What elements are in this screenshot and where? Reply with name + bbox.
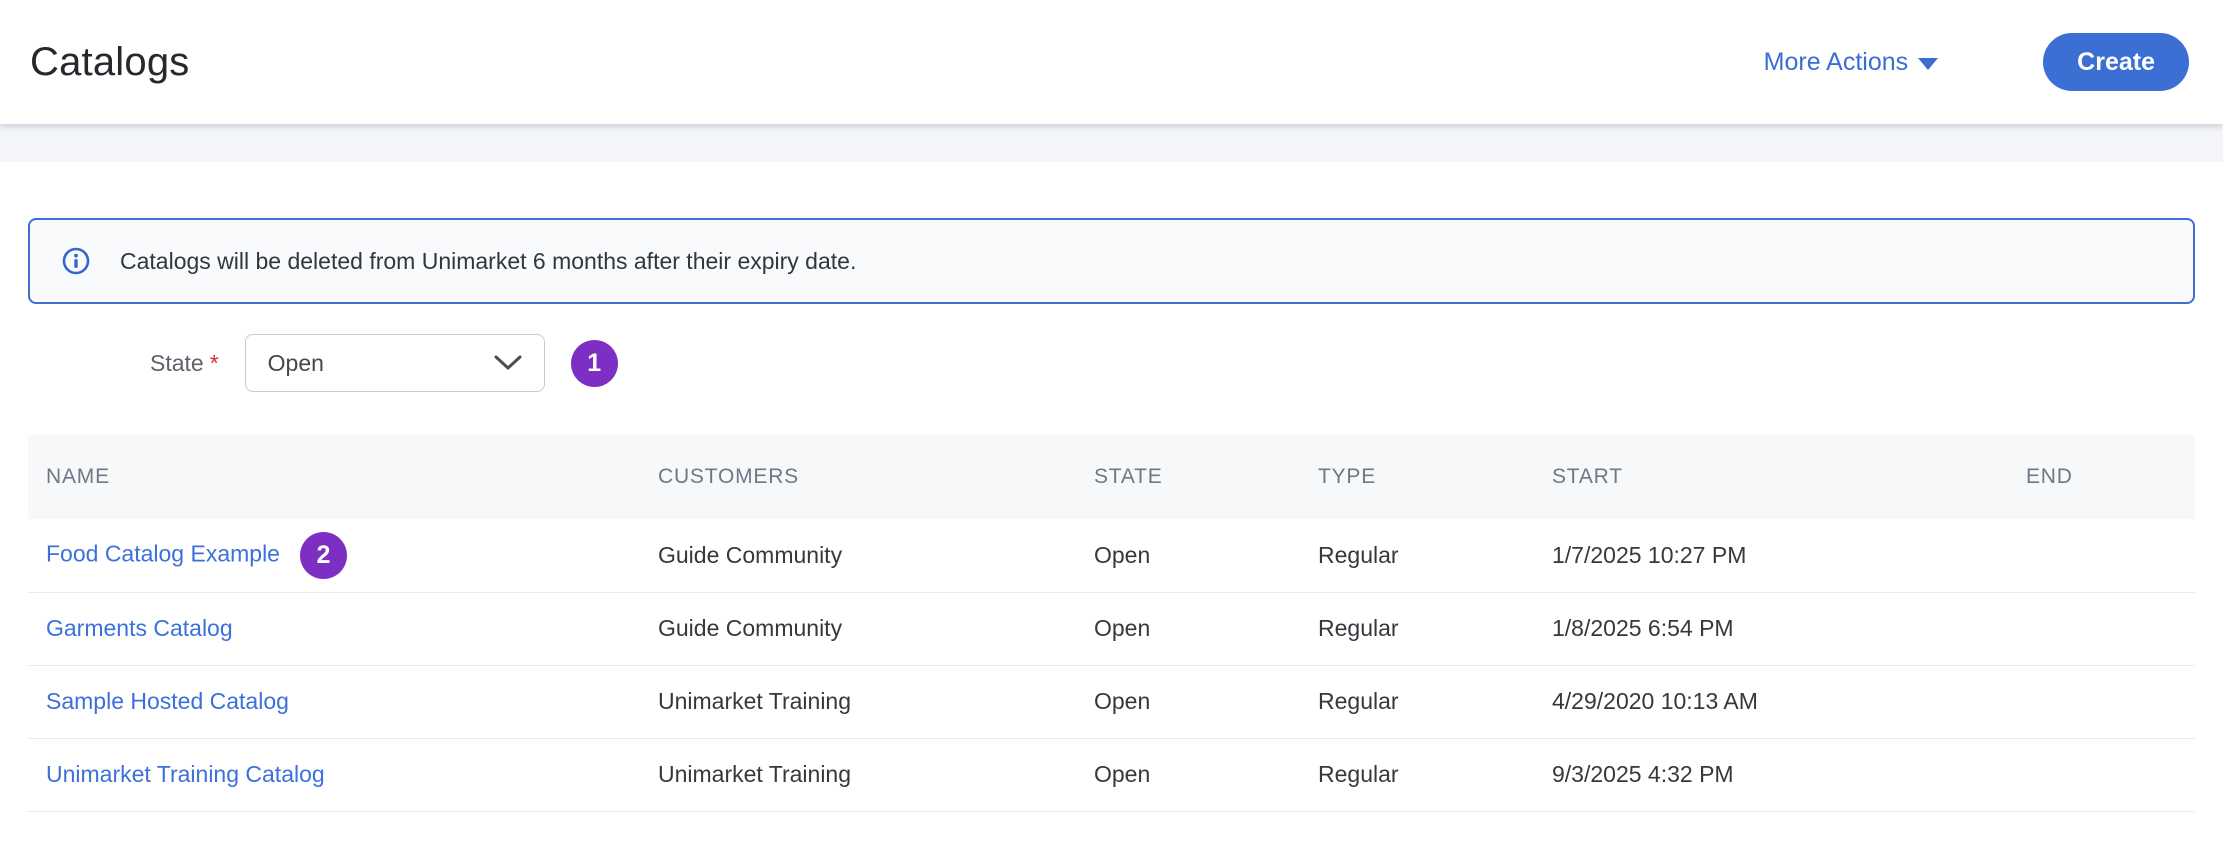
catalog-link[interactable]: Food Catalog Example — [46, 540, 280, 566]
cell-start: 1/7/2025 10:27 PM — [1534, 519, 2008, 592]
cell-customers: Unimarket Training — [640, 665, 1076, 738]
content-area: Catalogs will be deleted from Unimarket … — [0, 218, 2223, 812]
catalog-link[interactable]: Sample Hosted Catalog — [46, 688, 289, 714]
cell-customers: Unimarket Training — [640, 738, 1076, 811]
column-header-start: START — [1534, 435, 2008, 519]
cell-type: Regular — [1300, 665, 1534, 738]
more-actions-button[interactable]: More Actions — [1764, 48, 1939, 77]
column-header-end: END — [2008, 435, 2195, 519]
catalogs-table: NAME CUSTOMERS STATE TYPE START END Food… — [28, 435, 2195, 812]
create-button[interactable]: Create — [2043, 33, 2189, 91]
page-title: Catalogs — [30, 40, 189, 85]
cell-end — [2008, 519, 2195, 592]
cell-name: Sample Hosted Catalog — [28, 665, 640, 738]
table-header: NAME CUSTOMERS STATE TYPE START END — [28, 435, 2195, 519]
info-icon — [62, 247, 90, 275]
state-filter-label: State — [150, 350, 204, 377]
app-header: Catalogs More Actions Create — [0, 0, 2223, 124]
annotation-badge-1: 1 — [571, 340, 618, 387]
info-banner-text: Catalogs will be deleted from Unimarket … — [120, 248, 856, 275]
cell-name: Unimarket Training Catalog — [28, 738, 640, 811]
caret-down-icon — [1918, 58, 1938, 70]
cell-state: Open — [1076, 519, 1300, 592]
table-row: Garments Catalog Guide Community Open Re… — [28, 592, 2195, 665]
table-row: Sample Hosted Catalog Unimarket Training… — [28, 665, 2195, 738]
column-header-type: TYPE — [1300, 435, 1534, 519]
header-actions: More Actions Create — [1764, 33, 2189, 91]
state-filter-row: State * Open 1 — [28, 334, 2195, 392]
cell-state: Open — [1076, 738, 1300, 811]
cell-state: Open — [1076, 665, 1300, 738]
state-select-value: Open — [268, 350, 324, 377]
cell-type: Regular — [1300, 592, 1534, 665]
column-header-customers: CUSTOMERS — [640, 435, 1076, 519]
column-header-state: STATE — [1076, 435, 1300, 519]
cell-state: Open — [1076, 592, 1300, 665]
cell-start: 1/8/2025 6:54 PM — [1534, 592, 2008, 665]
state-select[interactable]: Open — [245, 334, 545, 392]
required-asterisk: * — [210, 350, 219, 377]
chevron-down-icon — [494, 355, 522, 371]
cell-end — [2008, 665, 2195, 738]
cell-end — [2008, 592, 2195, 665]
cell-start: 4/29/2020 10:13 AM — [1534, 665, 2008, 738]
cell-type: Regular — [1300, 519, 1534, 592]
cell-end — [2008, 738, 2195, 811]
more-actions-label: More Actions — [1764, 48, 1909, 77]
table-row: Unimarket Training Catalog Unimarket Tra… — [28, 738, 2195, 811]
annotation-badge-2: 2 — [300, 532, 347, 579]
catalog-link[interactable]: Garments Catalog — [46, 615, 233, 641]
table-header-row: NAME CUSTOMERS STATE TYPE START END — [28, 435, 2195, 519]
cell-customers: Guide Community — [640, 592, 1076, 665]
column-header-name: NAME — [28, 435, 640, 519]
cell-start: 9/3/2025 4:32 PM — [1534, 738, 2008, 811]
catalog-link[interactable]: Unimarket Training Catalog — [46, 761, 325, 787]
sub-header-band — [0, 124, 2223, 162]
cell-name: Food Catalog Example 2 — [28, 519, 640, 592]
cell-name: Garments Catalog — [28, 592, 640, 665]
cell-customers: Guide Community — [640, 519, 1076, 592]
table-row: Food Catalog Example 2 Guide Community Op… — [28, 519, 2195, 592]
info-banner: Catalogs will be deleted from Unimarket … — [28, 218, 2195, 304]
cell-type: Regular — [1300, 738, 1534, 811]
